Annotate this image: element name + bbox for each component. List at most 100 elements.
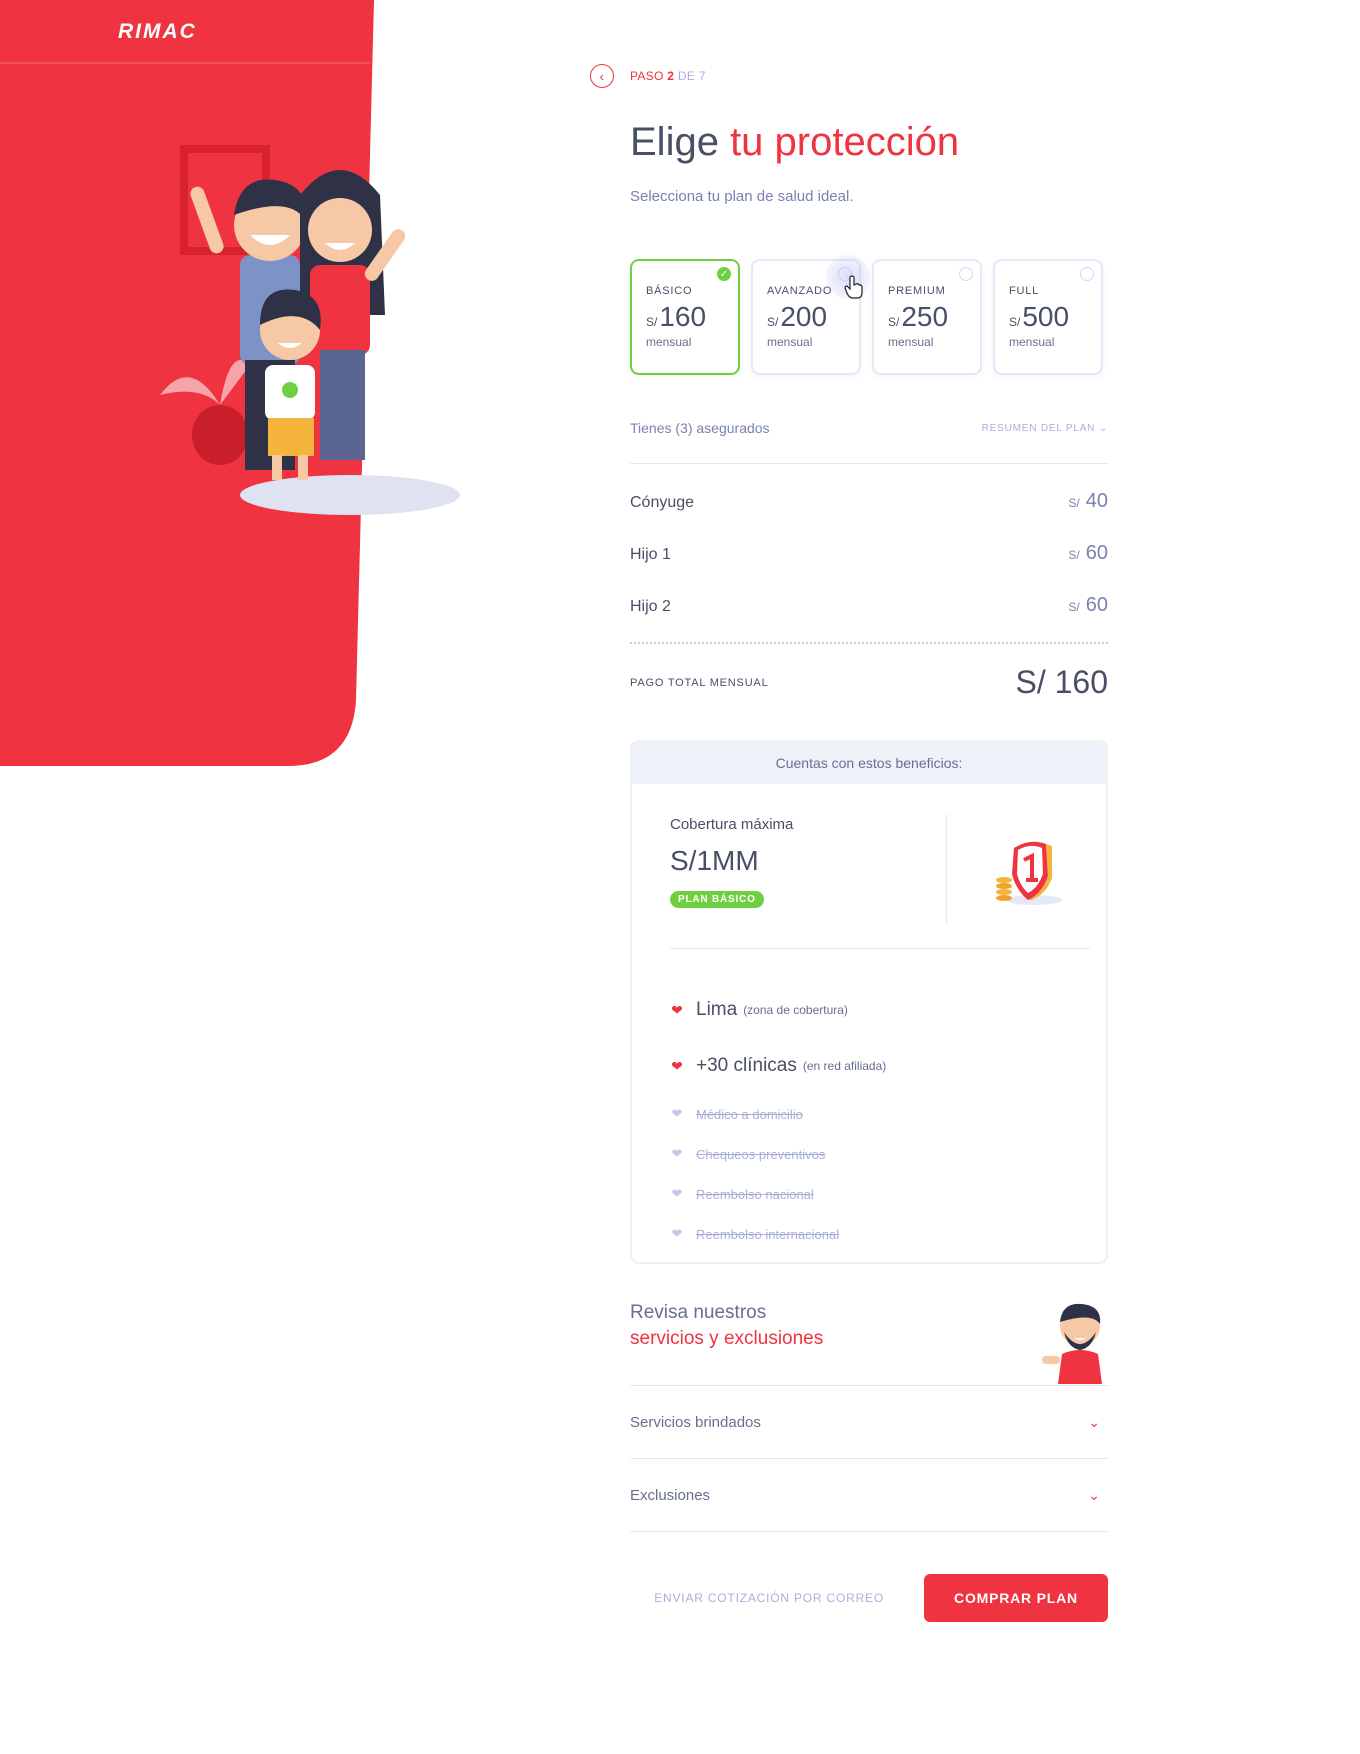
dotted-divider: [630, 642, 1108, 644]
chevron-down-icon: ⌄: [1088, 1413, 1100, 1430]
buy-plan-button[interactable]: COMPRAR PLAN: [924, 1574, 1108, 1622]
insured-count: Tienes (3) asegurados: [630, 420, 770, 436]
divider: [630, 463, 1108, 464]
step-current: 2: [667, 69, 675, 83]
benefits-card: Cuentas con estos beneficios: Cobertura …: [630, 740, 1108, 1264]
accordion-label: Servicios brindados: [630, 1413, 761, 1431]
benefit-title: +30 clínicas: [696, 1055, 797, 1076]
hero-panel: RIMAC: [0, 0, 460, 766]
plan-amount: 160: [659, 301, 707, 332]
benefit-item: ❤ +30 clínicas (en red afiliada): [670, 1038, 1090, 1094]
summary-label: RESUMEN DEL PLAN: [981, 422, 1096, 434]
benefit-title: Reembolso nacional: [696, 1186, 814, 1202]
title-part: Elige: [630, 120, 731, 164]
chevron-down-icon: ⌄: [1098, 422, 1108, 434]
member-list: Cónyuge S/40 Hijo 1 S/60 Hijo 2 S/60: [630, 490, 1108, 646]
plan-name: BÁSICO: [646, 285, 693, 297]
page-title: Elige tu protección: [630, 120, 959, 165]
horizontal-divider: [670, 948, 1090, 949]
chevron-down-icon: ⌄: [1088, 1486, 1100, 1503]
member-price: S/60: [1068, 542, 1108, 565]
plan-options: ✓ BÁSICO S/ 160 mensual AVANZADO S/ 200 …: [630, 255, 1103, 375]
member-row: Hijo 1 S/60: [630, 542, 1108, 594]
benefit-title: Chequeos preventivos: [696, 1146, 826, 1162]
accordion-exclusions[interactable]: Exclusiones ⌄: [630, 1459, 1108, 1532]
step-indicator: ‹ PASO 2 DE 7: [590, 64, 706, 88]
radio-icon: [959, 267, 973, 281]
plan-name: PREMIUM: [888, 285, 946, 297]
member-name: Hijo 2: [630, 598, 671, 615]
accordion-label: Exclusiones: [630, 1486, 711, 1504]
plan-amount: 250: [901, 301, 949, 332]
benefit-title: Reembolso internacional: [696, 1226, 840, 1242]
plan-card-premium[interactable]: PREMIUM S/ 250 mensual: [872, 259, 982, 375]
plan-period: mensual: [1009, 335, 1055, 349]
radio-icon: [1080, 267, 1094, 281]
plan-currency: S/: [1009, 315, 1021, 329]
plan-price: S/ 500: [1009, 301, 1101, 333]
heart-icon: ❤: [671, 1106, 683, 1121]
review-line-1: Revisa nuestros: [630, 1302, 767, 1323]
plan-card-basico[interactable]: ✓ BÁSICO S/ 160 mensual: [630, 259, 740, 375]
plan-period: mensual: [888, 335, 934, 349]
benefit-item-disabled: ❤ Chequeos preventivos: [670, 1134, 1090, 1174]
heart-icon: ❤: [671, 1186, 683, 1201]
benefit-note: (en red afiliada): [802, 1059, 887, 1073]
action-bar: ENVIAR COTIZACIÓN POR CORREO COMPRAR PLA…: [630, 1574, 1108, 1622]
total-value: S/ 160: [1015, 664, 1108, 700]
benefits-header: Cuentas con estos beneficios:: [632, 742, 1106, 784]
insured-row: Tienes (3) asegurados RESUMEN DEL PLAN ⌄: [630, 420, 1108, 436]
step-prefix: PASO: [630, 69, 664, 83]
email-quote-link[interactable]: ENVIAR COTIZACIÓN POR CORREO: [654, 1591, 884, 1605]
plan-badge: PLAN BÁSICO: [670, 891, 764, 908]
member-price: S/60: [1068, 594, 1108, 617]
plan-period: mensual: [767, 335, 813, 349]
plan-name: FULL: [1009, 285, 1040, 297]
heart-icon: ❤: [671, 1001, 683, 1018]
plan-price: S/ 250: [888, 301, 980, 333]
chevron-left-icon: ‹: [599, 68, 605, 84]
heart-icon: ❤: [671, 1226, 683, 1241]
coverage-label: Cobertura máxima: [670, 816, 794, 833]
benefit-item-disabled: ❤ Médico a domicilio: [670, 1094, 1090, 1134]
back-button[interactable]: ‹: [590, 64, 614, 88]
plan-amount: 500: [1022, 301, 1070, 332]
plan-currency: S/: [888, 315, 900, 329]
total-row: PAGO TOTAL MENSUAL S/ 160: [630, 664, 1108, 701]
check-icon: ✓: [717, 267, 731, 281]
title-accent: tu protección: [730, 120, 960, 164]
member-price: S/40: [1068, 490, 1108, 513]
accordion-services[interactable]: Servicios brindados ⌄: [630, 1386, 1108, 1459]
plan-period: mensual: [646, 335, 692, 349]
member-amount: 60: [1085, 542, 1108, 564]
benefit-item-disabled: ❤ Reembolso internacional: [670, 1214, 1090, 1254]
member-row: Hijo 2 S/60: [630, 594, 1108, 646]
plan-amount: 200: [780, 301, 828, 332]
member-amount: 60: [1085, 594, 1108, 616]
page-subtitle: Selecciona tu plan de salud ideal.: [630, 188, 854, 205]
member-amount: 40: [1085, 490, 1108, 512]
total-label: PAGO TOTAL MENSUAL: [630, 676, 769, 689]
plan-summary-toggle[interactable]: RESUMEN DEL PLAN ⌄: [982, 423, 1108, 434]
member-currency: S/: [1068, 548, 1080, 562]
shield-coins-icon: [996, 841, 1062, 905]
benefit-title: Médico a domicilio: [696, 1106, 803, 1122]
member-currency: S/: [1068, 496, 1080, 510]
member-currency: S/: [1068, 600, 1080, 614]
review-line-2: servicios y exclusiones: [630, 1328, 824, 1349]
plan-price: S/ 200: [767, 301, 859, 333]
agent-illustration: [1042, 1303, 1102, 1384]
member-name: Cónyuge: [630, 494, 695, 511]
heart-icon: ❤: [671, 1057, 683, 1074]
plan-currency: S/: [767, 315, 779, 329]
vertical-divider: [946, 814, 947, 924]
brand-logo[interactable]: RIMAC: [118, 20, 197, 44]
plan-card-full[interactable]: FULL S/ 500 mensual: [993, 259, 1103, 375]
family-illustration: [160, 145, 460, 515]
benefit-list: ❤ Lima (zona de cobertura) ❤ +30 clínica…: [670, 982, 1090, 1254]
hand-cursor-icon: [844, 275, 863, 299]
benefit-item: ❤ Lima (zona de cobertura): [670, 982, 1090, 1038]
benefit-item-disabled: ❤ Reembolso nacional: [670, 1174, 1090, 1214]
member-row: Cónyuge S/40: [630, 490, 1108, 542]
coverage-value: S/1MM: [670, 845, 759, 876]
